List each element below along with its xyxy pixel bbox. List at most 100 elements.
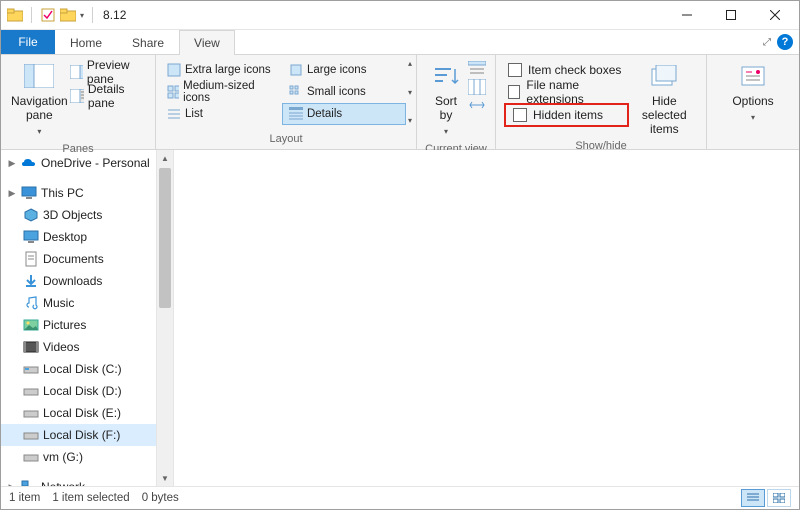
tree-onedrive[interactable]: ▶ OneDrive - Personal <box>1 152 156 174</box>
file-list-area[interactable] <box>173 150 799 486</box>
tree-node-label: Desktop <box>43 230 87 244</box>
tree-node-label: Music <box>43 296 74 310</box>
sort-by-icon <box>431 61 461 91</box>
tree-node-label: Pictures <box>43 318 86 332</box>
qat-dropdown-icon[interactable]: ▾ <box>80 11 84 20</box>
list-icon <box>167 107 181 121</box>
small-icons-icon <box>289 85 303 99</box>
layout-scroll-up-icon[interactable]: ▴ <box>408 59 412 68</box>
layout-scroll-down-icon[interactable]: ▾ <box>408 88 412 97</box>
checkbox-icon <box>508 63 522 77</box>
tree-3d-objects[interactable]: 3D Objects <box>1 204 156 226</box>
tree-videos[interactable]: Videos <box>1 336 156 358</box>
options-icon <box>738 61 768 91</box>
sort-by-button[interactable]: Sort by ▾ <box>426 59 466 141</box>
group-label-empty <box>707 131 799 149</box>
tree-disk-d[interactable]: Local Disk (D:) <box>1 380 156 402</box>
scroll-thumb[interactable] <box>159 168 171 308</box>
sort-by-label: Sort by <box>428 94 464 122</box>
checkbox-icon <box>508 85 520 99</box>
collapse-ribbon-icon[interactable]: ⤢ <box>763 37 771 48</box>
expander-icon[interactable]: ▶ <box>7 188 17 199</box>
layout-extra-large[interactable]: Extra large icons <box>160 59 278 81</box>
add-columns-icon[interactable] <box>468 79 486 95</box>
layout-small[interactable]: Small icons <box>282 81 406 103</box>
tree-pictures[interactable]: Pictures <box>1 314 156 336</box>
body-area: ▶ OneDrive - Personal ▶ This PC 3D Objec… <box>1 150 799 486</box>
layout-large[interactable]: Large icons <box>282 59 406 81</box>
navigation-tree[interactable]: ▶ OneDrive - Personal ▶ This PC 3D Objec… <box>1 150 156 486</box>
tab-share[interactable]: Share <box>117 30 179 55</box>
layout-more-icon[interactable]: ▾ <box>408 116 412 125</box>
tree-node-label: This PC <box>41 186 84 200</box>
preview-pane-button[interactable]: Preview pane <box>70 61 147 83</box>
details-pane-button[interactable]: Details pane <box>70 85 147 107</box>
extra-large-icons-icon <box>167 63 181 77</box>
size-columns-icon[interactable] <box>468 97 486 113</box>
tree-disk-g[interactable]: vm (G:) <box>1 446 156 468</box>
details-pane-icon <box>70 89 84 103</box>
tree-this-pc[interactable]: ▶ This PC <box>1 182 156 204</box>
group-label-layout: Layout <box>156 131 416 149</box>
preview-pane-icon <box>70 65 83 79</box>
help-icon[interactable]: ? <box>777 34 793 50</box>
tab-view[interactable]: View <box>179 30 235 55</box>
explorer-window: ▾ 8.12 File Home Share View ⤢ ? <box>0 0 800 510</box>
tab-home[interactable]: Home <box>55 30 117 55</box>
layout-details[interactable]: Details <box>282 103 406 125</box>
tree-node-label: Documents <box>43 252 104 266</box>
tree-disk-f[interactable]: Local Disk (F:) <box>1 424 156 446</box>
tree-node-label: Videos <box>43 340 79 354</box>
group-show-hide: Item check boxes File name extensions Hi… <box>496 55 707 149</box>
drive-icon <box>23 449 39 465</box>
maximize-button[interactable] <box>709 1 753 29</box>
tree-music[interactable]: Music <box>1 292 156 314</box>
hide-selected-icon <box>649 61 679 91</box>
scroll-down-icon[interactable]: ▼ <box>157 470 173 486</box>
tab-file[interactable]: File <box>1 30 55 54</box>
status-item-count: 1 item <box>9 492 40 504</box>
navigation-pane-button[interactable]: Navigation pane ▾ <box>9 59 70 141</box>
qat-separator <box>31 7 32 23</box>
status-size: 0 bytes <box>142 492 179 504</box>
folder-icon <box>7 7 23 23</box>
drive-icon <box>23 427 39 443</box>
tree-node-label: OneDrive - Personal <box>41 156 150 170</box>
minimize-button[interactable] <box>665 1 709 29</box>
tree-desktop[interactable]: Desktop <box>1 226 156 248</box>
tree-downloads[interactable]: Downloads <box>1 270 156 292</box>
large-icons-icon <box>289 63 303 77</box>
file-name-extensions-toggle[interactable]: File name extensions <box>504 81 629 103</box>
tree-scrollbar[interactable]: ▲ ▼ <box>156 150 173 486</box>
details-view-toggle[interactable] <box>741 489 765 507</box>
expander-icon[interactable]: ▶ <box>7 158 17 169</box>
chevron-down-icon: ▾ <box>37 125 41 139</box>
title-bar: ▾ 8.12 <box>1 1 799 30</box>
chevron-down-icon: ▾ <box>751 111 755 125</box>
downloads-icon <box>23 273 39 289</box>
layout-list[interactable]: List <box>160 103 278 125</box>
tree-node-label: Local Disk (D:) <box>43 384 122 398</box>
navigation-pane-icon <box>24 61 54 91</box>
qat-properties-icon[interactable] <box>40 7 56 23</box>
tree-disk-c[interactable]: Local Disk (C:) <box>1 358 156 380</box>
tree-disk-e[interactable]: Local Disk (E:) <box>1 402 156 424</box>
layout-medium[interactable]: Medium-sized icons <box>160 81 278 103</box>
tree-network[interactable]: ▶ Network <box>1 476 156 486</box>
hidden-items-toggle[interactable]: Hidden items <box>509 106 624 124</box>
close-button[interactable] <box>753 1 797 29</box>
group-panes: Navigation pane ▾ Preview pane Details p… <box>1 55 156 149</box>
drive-icon <box>23 405 39 421</box>
tree-node-label: 3D Objects <box>43 208 102 222</box>
qat-new-folder-icon[interactable] <box>60 7 76 23</box>
network-icon <box>21 479 37 486</box>
ribbon-view: Navigation pane ▾ Preview pane Details p… <box>1 55 799 150</box>
tree-documents[interactable]: Documents <box>1 248 156 270</box>
options-button[interactable]: Options ▾ <box>725 59 781 127</box>
hide-selected-button[interactable]: Hide selected items <box>631 59 698 138</box>
thumbnails-view-toggle[interactable] <box>767 489 791 507</box>
scroll-up-icon[interactable]: ▲ <box>157 150 173 166</box>
tree-node-label: Downloads <box>43 274 102 288</box>
group-by-icon[interactable] <box>468 61 486 77</box>
drive-icon <box>23 361 39 377</box>
